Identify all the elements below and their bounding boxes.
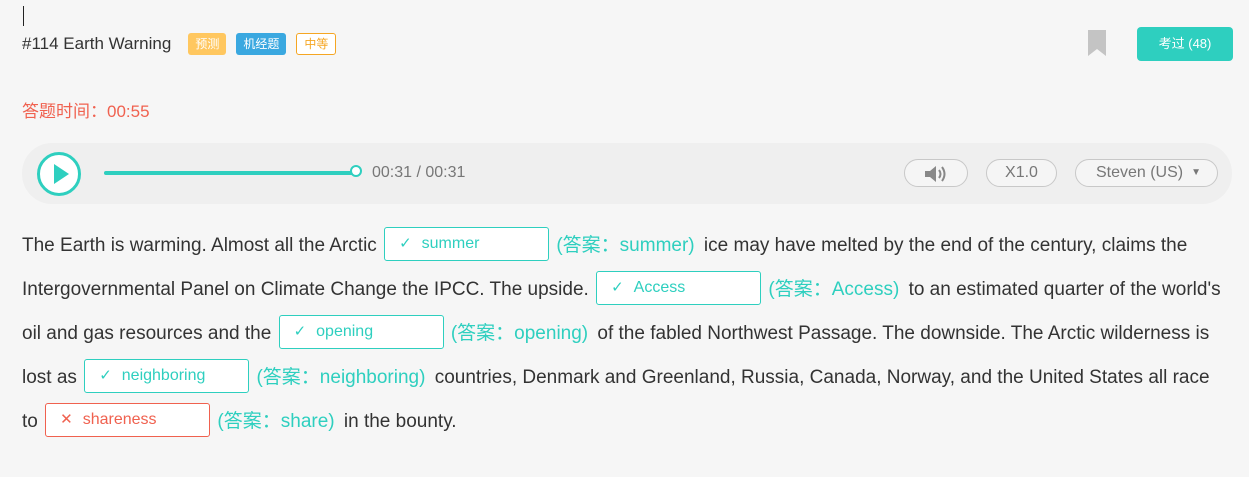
voice-select[interactable]: Steven (US) ▼ xyxy=(1075,159,1218,187)
text-cursor xyxy=(23,6,24,26)
tag-difficulty: 中等 xyxy=(296,33,337,55)
correct-answer-2: (答案：Access) xyxy=(768,279,900,300)
correct-answer-5: (答案：share) xyxy=(217,411,335,432)
passed-button[interactable]: 考过 (48) xyxy=(1137,27,1233,61)
answer-field-1[interactable]: ✓ summer xyxy=(384,226,550,261)
cross-icon: ✕ xyxy=(60,410,73,428)
volume-button[interactable] xyxy=(904,159,968,187)
answer-timer: 答题时间：00:55 xyxy=(22,102,150,121)
answer-field-4[interactable]: ✓ neighboring xyxy=(84,358,250,393)
correct-answer-1: (答案：summer) xyxy=(556,235,695,256)
speed-button[interactable]: X1.0 xyxy=(986,159,1057,187)
time-readout: 00:31 / 00:31 xyxy=(372,164,466,181)
bookmark-icon[interactable] xyxy=(1088,30,1106,56)
check-icon: ✓ xyxy=(293,322,307,340)
page: #114 Earth Warning 预测 机经题 中等 考过 (48) 答题时… xyxy=(0,0,1249,477)
tag-exam-question: 机经题 xyxy=(236,33,287,55)
progress-fill xyxy=(104,171,356,175)
progress-bar[interactable] xyxy=(104,165,362,177)
voice-label: Steven (US) xyxy=(1095,164,1184,181)
progress-handle[interactable] xyxy=(350,165,362,177)
answer-field-2[interactable]: ✓ Access xyxy=(596,270,762,305)
play-button[interactable] xyxy=(37,152,81,196)
correct-answer-4: (答案：neighboring) xyxy=(256,367,426,388)
check-icon: ✓ xyxy=(99,366,112,384)
check-icon: ✓ xyxy=(611,278,624,296)
tag-prediction: 预测 xyxy=(188,33,227,55)
answer-field-value: opening xyxy=(316,322,374,340)
speaker-icon xyxy=(925,166,946,182)
answer-field-value: Access xyxy=(633,278,686,296)
passage-segment: The Earth is warming. Almost all the Arc… xyxy=(22,235,377,256)
play-icon xyxy=(54,164,69,184)
answer-field-value: shareness xyxy=(82,410,157,428)
correct-answer-3: (答案：opening) xyxy=(450,323,589,344)
question-header: #114 Earth Warning 预测 机经题 中等 xyxy=(22,32,346,56)
passage-segment: in the bounty. xyxy=(343,411,457,432)
answer-field-3[interactable]: ✓ opening xyxy=(278,314,444,349)
caret-down-icon: ▼ xyxy=(1191,167,1202,178)
answer-field-5[interactable]: ✕ shareness xyxy=(45,402,211,437)
answer-field-value: summer xyxy=(421,234,480,252)
question-title: #114 Earth Warning xyxy=(22,34,172,53)
answer-field-value: neighboring xyxy=(121,366,206,384)
passage-text: The Earth is warming. Almost all the Arc… xyxy=(22,224,1227,444)
check-icon: ✓ xyxy=(399,234,412,252)
audio-player: 00:31 / 00:31 X1.0 Steven (US) ▼ xyxy=(22,143,1232,204)
